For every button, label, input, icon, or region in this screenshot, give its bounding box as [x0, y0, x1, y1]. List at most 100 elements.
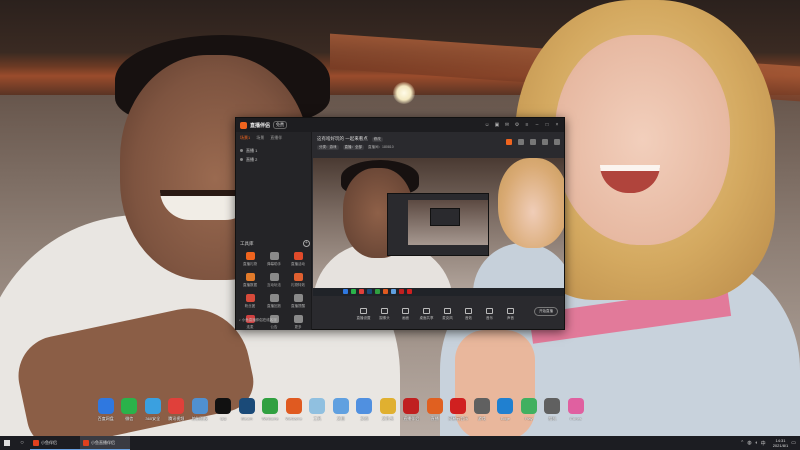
- control-music[interactable]: 音乐: [479, 307, 500, 321]
- settings-icon[interactable]: ⚙: [514, 122, 520, 128]
- control-label: 声音: [507, 315, 514, 320]
- notification-icon[interactable]: ▭: [791, 440, 796, 446]
- desktop-icon[interactable]: Edge: [494, 398, 518, 426]
- desktop-icon[interactable]: 文件夹: [376, 398, 400, 426]
- desktop-app-icon: [238, 398, 255, 414]
- share-icon[interactable]: [554, 139, 560, 145]
- bell-icon[interactable]: [542, 139, 548, 145]
- chevron-up-icon[interactable]: ⌃: [740, 440, 744, 446]
- desktop-icon[interactable]: 百度网盘: [94, 398, 118, 426]
- desktop-icon[interactable]: iTunes: [564, 398, 588, 426]
- live-preview[interactable]: [313, 158, 564, 296]
- tools-header: 工具库 +: [240, 240, 310, 247]
- visibility-icon[interactable]: [240, 158, 243, 161]
- volume-icon[interactable]: ◖: [755, 440, 758, 446]
- desktop-icon[interactable]: WeGame: [259, 398, 283, 426]
- taskbar-item[interactable]: 小鱼伴侣: [30, 436, 80, 450]
- preview-recursive-window: [387, 193, 489, 256]
- scene-item[interactable]: 直播 2: [240, 155, 307, 164]
- desktop-app-icon: [215, 398, 232, 414]
- tool-label: 礼物特效: [291, 283, 305, 287]
- tool-label: 直播礼物: [243, 262, 257, 266]
- desktop-icon[interactable]: Steam: [235, 398, 259, 426]
- desktop-icon[interactable]: 腾讯视频: [165, 398, 189, 426]
- control-speaker[interactable]: 声音: [500, 307, 521, 321]
- user-icon[interactable]: ☺: [484, 122, 490, 128]
- tab-live[interactable]: 直播伴: [270, 135, 282, 141]
- start-live-button[interactable]: 开始直播: [534, 307, 558, 316]
- desktop-icon-label: Steam: [240, 416, 253, 421]
- add-tool-icon[interactable]: +: [303, 240, 310, 247]
- desktop-icon[interactable]: 文档: [353, 398, 377, 426]
- tool-more[interactable]: 更多: [286, 315, 310, 330]
- category-tag[interactable]: 分类：游戏: [317, 145, 339, 150]
- room-title-bar: 这有啥好玩的 一起来看点 修改: [317, 136, 383, 142]
- desktop-icon[interactable]: WeGame: [282, 398, 306, 426]
- desktop-icon-label: 360安全: [145, 416, 161, 421]
- desktop-icon[interactable]: 控制面板: [188, 398, 212, 426]
- control-camera[interactable]: 摄像头: [374, 307, 395, 321]
- minimize-icon[interactable]: –: [534, 122, 540, 128]
- control-settings[interactable]: 直播设置: [353, 307, 374, 321]
- scene-item[interactable]: 直播 1: [240, 146, 307, 155]
- desktop-app-icon: [121, 398, 138, 414]
- desktop-icon[interactable]: 工具: [306, 398, 330, 426]
- desktop-icon[interactable]: QQ: [212, 398, 236, 426]
- control-sound-effect[interactable]: 音效: [458, 307, 479, 321]
- live-companion-window: 直播伴侣 免费 ☺ ▣ ✉ ⚙ ≡ – □ × 场景1 场景 直播伴 直播 1: [235, 117, 565, 330]
- gift-icon[interactable]: ▣: [494, 122, 500, 128]
- tool-data[interactable]: 直播数据: [238, 273, 262, 288]
- live-tag[interactable]: 直播：全部: [342, 145, 364, 150]
- layout-icon[interactable]: [518, 139, 524, 145]
- record-icon[interactable]: [506, 139, 512, 145]
- search-icon[interactable]: ○: [14, 436, 30, 450]
- window-titlebar[interactable]: 直播伴侣 免费 ☺ ▣ ✉ ⚙ ≡ – □ ×: [236, 118, 564, 132]
- desktop-icon[interactable]: 文档: [329, 398, 353, 426]
- tab-scene[interactable]: 场景: [256, 135, 264, 141]
- desktop-app-icon: [356, 398, 373, 414]
- tab-scene-1[interactable]: 场景1: [240, 135, 250, 141]
- desktop-icon[interactable]: Play: [517, 398, 541, 426]
- desktop-icon-label: 相机: [548, 416, 557, 421]
- tool-remind[interactable]: 直播提醒: [286, 294, 310, 309]
- close-icon[interactable]: ×: [554, 122, 560, 128]
- desktop-icon[interactable]: 网易云音乐: [447, 398, 471, 426]
- desktop-icon[interactable]: 直播伴侣: [400, 398, 424, 426]
- tool-label: 更多: [294, 325, 302, 329]
- tool-gift[interactable]: 直播礼物: [238, 252, 262, 267]
- input-method-icon[interactable]: 中: [761, 440, 766, 447]
- tool-play[interactable]: 互动玩法: [262, 273, 286, 288]
- visibility-icon[interactable]: [240, 149, 243, 152]
- message-icon[interactable]: ✉: [504, 122, 510, 128]
- network-icon[interactable]: ◍: [747, 440, 751, 446]
- tool-danmu[interactable]: 弹幕助手: [262, 252, 286, 267]
- desktop-icon-label: 工具: [313, 416, 322, 421]
- edit-title-button[interactable]: 修改: [371, 136, 383, 142]
- preview-app-icon: [375, 289, 380, 294]
- taskbar-item-active[interactable]: 小鱼直播伴侣: [80, 436, 130, 450]
- tool-effect[interactable]: 礼物特效: [286, 273, 310, 288]
- tool-fans[interactable]: 粉丝团: [238, 294, 262, 309]
- version-badge[interactable]: 免费: [273, 121, 288, 129]
- system-tray: ⌃ ◍ ◖ 中 14:31 2021/8/1 ▭: [740, 438, 800, 448]
- desktop-icon-label: 网易云音乐: [448, 416, 469, 421]
- desktop-icon[interactable]: 相机: [541, 398, 565, 426]
- start-button[interactable]: [0, 436, 14, 450]
- clock[interactable]: 14:31 2021/8/1: [773, 438, 789, 448]
- control-desktop-share[interactable]: 桌面共享: [416, 307, 437, 321]
- desktop-app-icon: [379, 398, 396, 414]
- maximize-icon[interactable]: □: [544, 122, 550, 128]
- desktop-icon[interactable]: 直播: [423, 398, 447, 426]
- tool-activity[interactable]: 直播活动: [286, 252, 310, 267]
- control-screen[interactable]: 画面: [395, 307, 416, 321]
- desktop-app-icon: [262, 398, 279, 414]
- customer-service-link[interactable]: ♪ 小鱼直播伴侣在线客服: [239, 318, 277, 323]
- desktop-icon[interactable]: 360安全: [141, 398, 165, 426]
- tool-replay[interactable]: 直播回放: [262, 294, 286, 309]
- desktop-app-icon: [168, 398, 185, 414]
- control-microphone[interactable]: 麦克风: [437, 307, 458, 321]
- desktop-icon[interactable]: 游戏: [470, 398, 494, 426]
- desktop-icon[interactable]: 微信: [118, 398, 142, 426]
- menu-icon[interactable]: ≡: [524, 122, 530, 128]
- camera-icon[interactable]: [530, 139, 536, 145]
